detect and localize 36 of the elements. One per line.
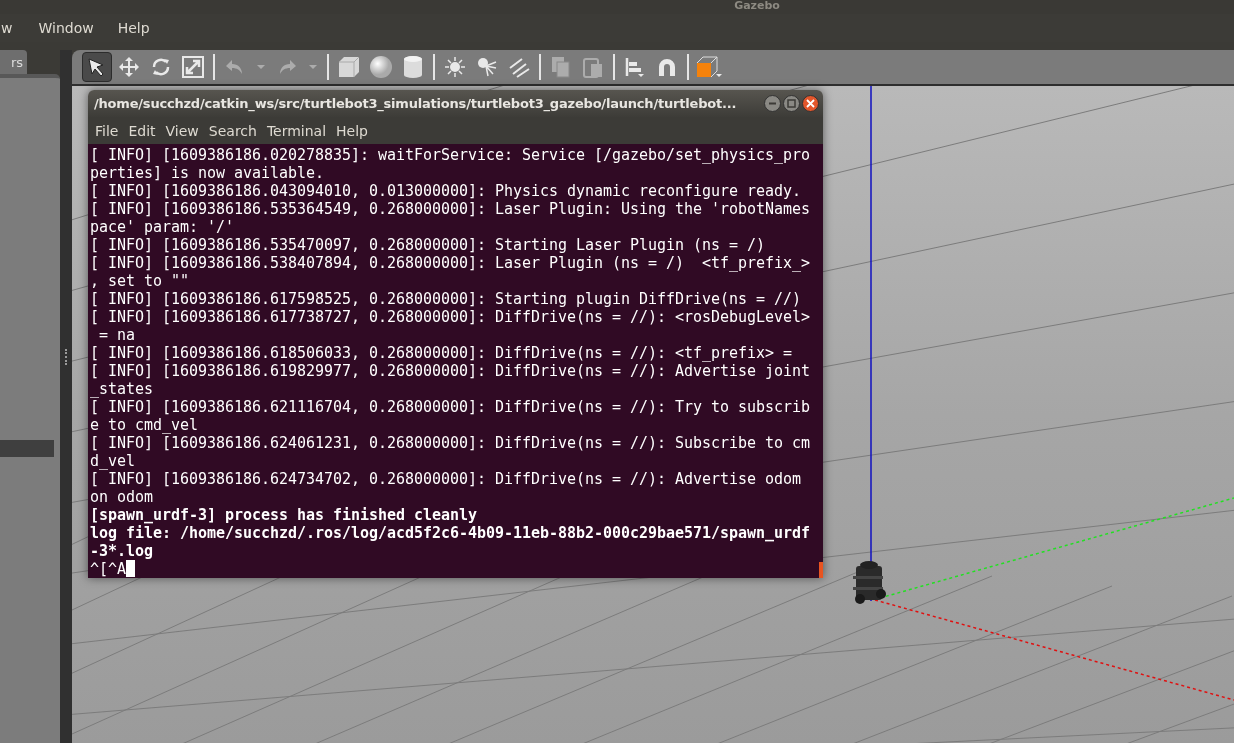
output-line: [ INFO] [1609386186.043094010, 0.013000000]: Physics dynamic reconfigure ready. <box>90 182 803 200</box>
menu-item[interactable]: w <box>1 20 27 36</box>
output-line: [ INFO] [1609386186.020278835]: waitForService: Service [/gazebo/set_physics_pro <box>90 146 812 164</box>
menu-item[interactable]: Window <box>26 20 106 36</box>
menu-item[interactable]: File <box>90 122 124 139</box>
output-line: , set to "" <box>90 272 190 290</box>
output-line: [ INFO] [1609386186.624734702, 0.268000000]: DiffDrive(ns = //): Advertise odom <box>90 470 803 488</box>
output-line: log file: /home/succhzd/.ros/log/acd5f2c6-4b09-11eb-88b2-000c29bae571/spawn_urdf <box>90 524 812 542</box>
menu-item[interactable]: Edit <box>123 122 161 139</box>
output-line: [spawn_urdf-3] process has finished cleanly <box>90 506 479 524</box>
output-line: pace' param: '/' <box>90 218 235 236</box>
output-line: [ INFO] [1609386186.624061231, 0.268000000]: DiffDrive(ns = //): Subscribe to cm <box>90 434 812 452</box>
prompt-text: ^[^A <box>90 560 126 578</box>
menu-item[interactable]: Help <box>331 122 373 139</box>
output-line: [ INFO] [1609386186.538407894, 0.268000000]: Laser Plugin (ns = /) <tf_prefix_> <box>90 254 812 272</box>
output-line: e to cmd_vel <box>90 416 199 434</box>
output-line: on odom <box>90 488 154 506</box>
output-line: [ INFO] [1609386186.618506033, 0.268000000]: DiffDrive(ns = //): <tf_prefix> = <box>90 344 794 362</box>
window-title: Gazebo <box>734 0 780 14</box>
menu-item[interactable]: Terminal <box>261 122 332 139</box>
output-line: [ INFO] [1609386186.617598525, 0.268000000]: Starting plugin DiffDrive(ns = //) <box>90 290 803 308</box>
output-line: [ INFO] [1609386186.617738727, 0.268000000]: DiffDrive(ns = //): <rosDebugLevel> <box>90 308 812 326</box>
output-line: [ INFO] [1609386186.535364549, 0.268000000]: Laser Plugin: Using the 'robotNames <box>90 200 812 218</box>
terminal-title: /home/succhzd/catkin_ws/src/turtlebot3_simulations/turtlebot3_gazebo/launch/turtlebot... <box>94 96 738 112</box>
panel-tab[interactable]: rs <box>0 50 27 74</box>
output-line: -3*.log <box>90 542 154 560</box>
menu-item[interactable]: Search <box>203 122 262 139</box>
output-line: [ INFO] [1609386186.619829977, 0.268000000]: DiffDrive(ns = //): Advertise joint <box>90 362 812 380</box>
output-line: perties] is now available. <box>90 164 326 182</box>
output-line: [ INFO] [1609386186.535470097, 0.268000000]: Starting Laser Plugin (ns = /) <box>90 236 767 254</box>
output-line: [ INFO] [1609386186.621116704, 0.268000000]: DiffDrive(ns = //): Try to subscrib <box>90 398 812 416</box>
output-line: _states <box>90 380 154 398</box>
menu-item[interactable]: View <box>160 122 204 139</box>
output-line: = na <box>98 326 136 344</box>
menu-item[interactable]: Help <box>105 20 162 36</box>
output-line: d_vel <box>90 452 136 470</box>
